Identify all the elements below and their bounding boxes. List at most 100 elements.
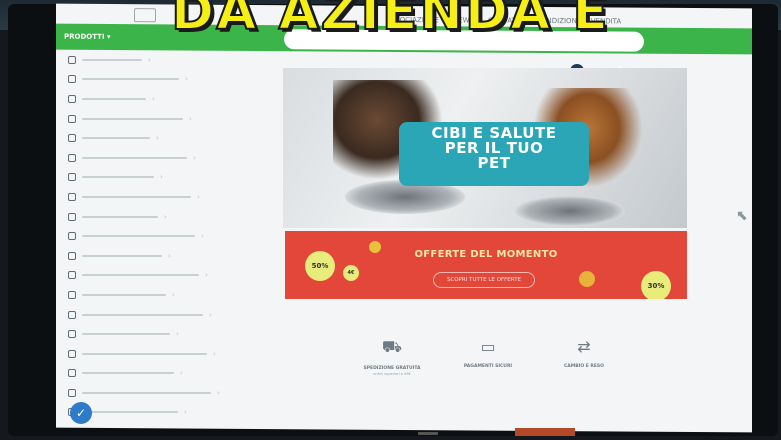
chevron-right-icon: › bbox=[180, 369, 183, 378]
category-icon bbox=[68, 232, 76, 241]
chevron-right-icon: › bbox=[160, 173, 163, 182]
sidebar-category-item[interactable]: › bbox=[62, 266, 274, 286]
category-label bbox=[82, 293, 166, 296]
hero-banner[interactable]: CIBI E SALUTE PER IL TUO PET bbox=[283, 68, 687, 228]
sidebar-category-item[interactable]: › bbox=[62, 285, 274, 305]
feature-exchange: ⇄ CAMBIO E RESO bbox=[534, 337, 634, 369]
category-label bbox=[82, 372, 174, 375]
decor-dot bbox=[579, 271, 595, 287]
sidebar-category-item[interactable]: › bbox=[62, 305, 274, 325]
category-icon bbox=[68, 94, 76, 103]
discount-badge-small: 4€ bbox=[343, 265, 359, 281]
category-icon bbox=[68, 271, 76, 280]
category-label bbox=[82, 215, 158, 218]
chevron-right-icon: › bbox=[197, 192, 200, 201]
chevron-right-icon: › bbox=[205, 271, 208, 280]
desk-object bbox=[515, 428, 575, 436]
chevron-right-icon: › bbox=[189, 114, 192, 123]
offers-banner[interactable]: 50% 4€ OFFERTE DEL MOMENTO SCOPRI TUTTE … bbox=[285, 231, 687, 299]
category-icon bbox=[68, 310, 76, 319]
sidebar-category-item[interactable]: › bbox=[62, 89, 274, 109]
sidebar-category-item[interactable]: › bbox=[62, 246, 274, 266]
monitor-brand-label bbox=[418, 432, 438, 435]
feature-title: PAGAMENTI SICURI bbox=[463, 364, 513, 369]
chevron-right-icon: › bbox=[156, 134, 159, 143]
sidebar-category-item[interactable]: › bbox=[62, 364, 274, 384]
chevron-right-icon: › bbox=[176, 330, 179, 339]
sidebar-category-item[interactable]: › bbox=[62, 324, 274, 344]
chevron-right-icon: › bbox=[217, 388, 220, 397]
category-icon bbox=[68, 153, 76, 162]
chevron-right-icon: › bbox=[172, 290, 175, 299]
sidebar-category-item[interactable]: › bbox=[62, 50, 274, 70]
sidebar-category-item[interactable]: › bbox=[62, 70, 274, 90]
category-label bbox=[82, 58, 142, 61]
category-label bbox=[82, 78, 179, 81]
category-label bbox=[82, 137, 150, 140]
category-label bbox=[82, 313, 203, 316]
chevron-right-icon: › bbox=[152, 94, 155, 103]
sidebar-category-item[interactable]: › bbox=[62, 226, 274, 246]
category-sidebar: › › › › › › › › › › › › › › › › › › › bbox=[62, 50, 274, 430]
chat-widget-button[interactable]: ✓ bbox=[70, 402, 92, 424]
hero-title: CIBI E SALUTE PER IL TUO PET bbox=[399, 122, 589, 186]
sidebar-category-item[interactable]: › bbox=[62, 383, 274, 403]
chevron-right-icon: › bbox=[168, 251, 171, 260]
see-all-offers-button[interactable]: SCOPRI TUTTE LE OFFERTE bbox=[433, 272, 535, 288]
card-icon: ▭ bbox=[480, 337, 496, 356]
category-label bbox=[82, 274, 199, 277]
category-icon bbox=[68, 75, 76, 84]
chevron-right-icon: › bbox=[148, 55, 151, 64]
chevron-right-icon: › bbox=[209, 310, 212, 319]
features-row: ⛟ SPEDIZIONE GRATUITA ordini superiori a… bbox=[342, 337, 642, 387]
mouse-cursor-icon: ⬉ bbox=[736, 208, 748, 224]
category-label bbox=[82, 176, 154, 179]
offers-title: OFFERTE DEL MOMENTO bbox=[414, 249, 558, 260]
sidebar-category-item[interactable]: › bbox=[62, 148, 274, 168]
feature-title: SPEDIZIONE GRATUITA bbox=[363, 366, 421, 371]
category-label bbox=[82, 333, 170, 336]
overlay-caption: DA AZIENDA E bbox=[170, 0, 610, 38]
category-icon bbox=[68, 251, 76, 260]
sidebar-category-item[interactable]: › bbox=[62, 109, 274, 129]
sidebar-category-item[interactable]: › bbox=[62, 128, 274, 148]
category-icon bbox=[68, 349, 76, 358]
sidebar-category-item[interactable]: › bbox=[62, 187, 274, 207]
sidebar-category-item[interactable]: › bbox=[62, 403, 274, 423]
category-label bbox=[82, 97, 146, 100]
sidebar-category-item[interactable]: › bbox=[62, 168, 274, 188]
bowl-image bbox=[515, 196, 625, 226]
chevron-right-icon: › bbox=[184, 408, 187, 417]
feature-title: CAMBIO E RESO bbox=[563, 364, 604, 369]
category-icon bbox=[68, 192, 76, 201]
category-label bbox=[82, 117, 183, 120]
chat-icon: ✓ bbox=[75, 406, 87, 420]
feature-secure-payments: ▭ PAGAMENTI SICURI bbox=[438, 337, 538, 369]
category-icon bbox=[68, 290, 76, 299]
category-icon bbox=[68, 330, 76, 339]
chevron-right-icon: › bbox=[201, 232, 204, 241]
category-icon bbox=[68, 114, 76, 123]
sidebar-category-item[interactable]: › bbox=[62, 344, 274, 364]
chevron-right-icon: › bbox=[213, 349, 216, 358]
category-icon bbox=[68, 388, 76, 397]
category-icon bbox=[68, 369, 76, 378]
chevron-right-icon: › bbox=[185, 75, 188, 84]
sidebar-category-item[interactable]: › bbox=[62, 207, 274, 227]
category-icon bbox=[68, 212, 76, 221]
category-icon bbox=[68, 173, 76, 182]
chevron-right-icon: › bbox=[164, 212, 167, 221]
exchange-icon: ⇄ bbox=[577, 337, 591, 356]
category-label bbox=[82, 391, 211, 394]
category-label bbox=[82, 352, 207, 355]
category-icon bbox=[68, 134, 76, 143]
chevron-right-icon: › bbox=[193, 153, 196, 162]
category-label bbox=[82, 411, 178, 414]
truck-icon: ⛟ bbox=[381, 337, 403, 356]
feature-free-shipping: ⛟ SPEDIZIONE GRATUITA ordini superiori a… bbox=[342, 337, 442, 376]
category-label bbox=[82, 195, 191, 198]
discount-badge-right: 30% bbox=[641, 271, 671, 299]
category-label bbox=[82, 235, 195, 238]
category-label bbox=[82, 254, 162, 257]
category-label bbox=[82, 156, 187, 159]
